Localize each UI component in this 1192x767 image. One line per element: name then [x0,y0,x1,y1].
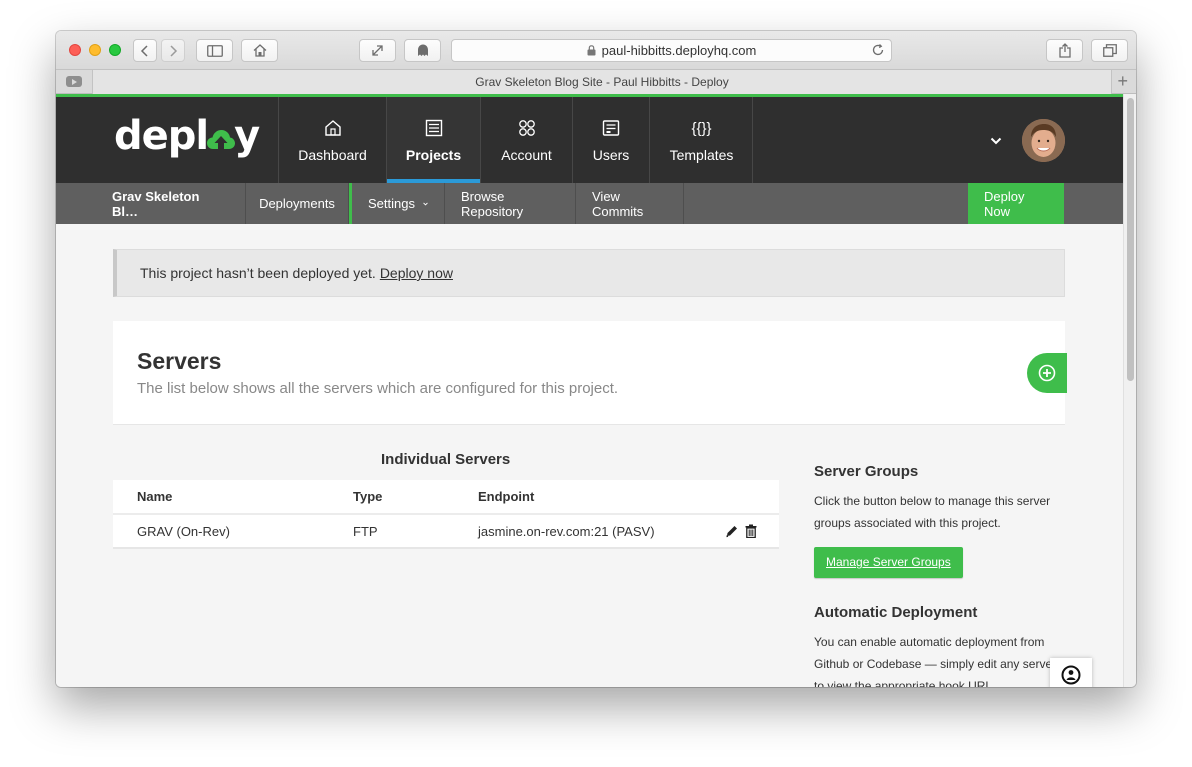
tab-current[interactable]: Grav Skeleton Blog Site - Paul Hibbitts … [92,70,1112,94]
tab-settings-label: Settings [368,196,415,211]
ghostery-extension-button[interactable] [404,39,441,62]
new-tab-button[interactable]: + [1117,71,1128,91]
user-avatar[interactable] [1022,119,1065,162]
server-groups-text: Click the button below to manage this se… [814,494,1051,530]
zoom-window-button[interactable] [109,44,121,56]
tab-title: Grav Skeleton Blog Site - Paul Hibbitts … [475,75,729,89]
project-name[interactable]: Grav Skeleton Bl… [96,183,246,224]
deploy-now-button[interactable]: Deploy Now [968,183,1064,224]
users-icon [602,120,620,136]
page-scrollbar[interactable] [1123,94,1136,687]
account-menu-chevron[interactable] [990,132,1002,150]
nav-dashboard[interactable]: Dashboard [278,97,386,183]
server-endpoint: jasmine.on-rev.com:21 (PASV) [478,523,655,539]
forward-button[interactable] [161,39,185,62]
server-type: FTP [353,523,378,539]
chevron-down-icon [423,202,428,205]
back-button[interactable] [133,39,157,62]
help-button[interactable] [1050,658,1092,687]
automatic-deployment-title: Automatic Deployment [814,604,978,621]
deploy-logo[interactable]: depl y [114,113,260,159]
ghost-icon [417,44,428,56]
nav-users[interactable]: Users [572,97,649,183]
tab-bar: Grav Skeleton Blog Site - Paul Hibbitts … [56,70,1136,94]
templates-icon: {{}} [691,119,712,137]
home-icon [253,44,266,57]
page-subtitle: The list below shows all the servers whi… [137,380,619,397]
column-endpoint: Endpoint [478,489,535,504]
lock-icon [587,45,596,56]
tab-settings[interactable]: Settings [349,183,445,224]
sidebar-panel: Server Groups Click the button below to … [814,463,1064,687]
individual-servers-title: Individual Servers [381,451,511,468]
tabs-overview-button[interactable] [1091,39,1128,62]
deploy-now-link[interactable]: Deploy now [380,265,453,281]
tab-deployments[interactable]: Deployments [246,183,349,224]
chevron-down-icon [990,137,1002,145]
close-window-button[interactable] [69,44,81,56]
chevron-left-icon [140,44,148,57]
pencil-icon[interactable] [725,524,739,538]
expand-icon [372,45,383,56]
nav-projects[interactable]: Projects [386,97,480,183]
servers-table: Name Type Endpoint GRAV (On-Rev) FTP jas… [113,480,779,549]
alert-text: This project hasn’t been deployed yet. [140,265,376,281]
trash-icon[interactable] [745,524,757,538]
nav-users-label: Users [592,147,630,163]
automatic-deployment-text: You can enable automatic deployment from… [814,635,1057,687]
reload-icon[interactable] [871,43,885,57]
add-server-button[interactable] [1027,353,1067,393]
projects-icon [425,119,442,137]
account-icon [518,120,535,136]
plus-circle-icon [1038,364,1056,382]
not-deployed-alert: This project hasn’t been deployed yet. D… [113,249,1065,297]
pinned-tab-youtube-icon[interactable] [66,76,82,87]
row-actions [725,524,757,538]
browser-window: paul-hibbitts.deployhq.com Grav Skeleton… [56,31,1136,687]
sidebar-toggle-button[interactable] [196,39,233,62]
page-content: depl y Dashboard Projects Account Users {… [56,94,1123,687]
share-icon [1058,43,1071,58]
scrollbar-thumb[interactable] [1127,98,1134,381]
chevron-right-icon [170,44,178,57]
tab-browse-repository[interactable]: Browse Repository [445,183,576,224]
server-groups-title: Server Groups [814,463,919,480]
nav-templates-label: Templates [669,147,734,163]
tab-view-commits[interactable]: View Commits [576,183,684,224]
upload-cloud-icon [207,130,236,149]
column-type: Type [353,489,383,504]
column-name: Name [137,489,173,504]
nav-account-label: Account [501,147,552,163]
fullscreen-button[interactable] [359,39,396,62]
minimize-window-button[interactable] [89,44,101,56]
nav-dashboard-label: Dashboard [298,147,367,163]
table-row[interactable]: GRAV (On-Rev) FTP jasmine.on-rev.com:21 … [113,515,779,549]
url-text: paul-hibbitts.deployhq.com [601,43,757,58]
page-title: Servers [137,348,222,374]
nav-templates[interactable]: {{}} Templates [649,97,753,183]
main-nav: depl y Dashboard Projects Account Users {… [56,97,1123,183]
nav-account[interactable]: Account [480,97,572,183]
sidebar-icon [206,44,223,57]
tabs-icon [1102,44,1117,57]
manage-server-groups-button[interactable]: Manage Server Groups [814,547,963,578]
share-button[interactable] [1046,39,1083,62]
home-button[interactable] [241,39,278,62]
server-name[interactable]: GRAV (On-Rev) [137,515,230,547]
servers-header-card: Servers The list below shows all the ser… [113,321,1065,425]
avatar-photo [1022,119,1065,162]
nav-projects-label: Projects [405,147,462,163]
address-bar[interactable]: paul-hibbitts.deployhq.com [451,39,892,62]
project-subnav: Grav Skeleton Bl… Deployments Settings B… [56,183,1123,224]
browser-toolbar: paul-hibbitts.deployhq.com [56,31,1136,70]
table-header: Name Type Endpoint [113,480,779,515]
support-icon [1061,665,1081,685]
house-icon [324,120,341,136]
